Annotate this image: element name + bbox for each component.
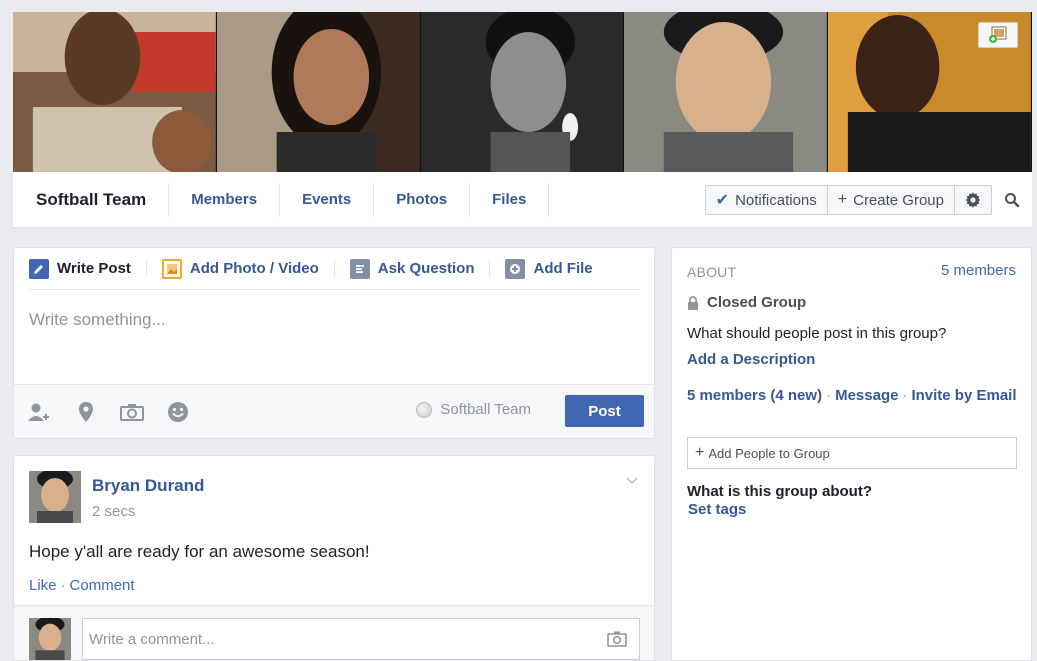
composer-footer: Softball Team Post: [14, 384, 654, 438]
tab-add-file[interactable]: Add File: [490, 258, 607, 279]
nav-members[interactable]: Members: [169, 182, 281, 217]
separator-dot: ·: [902, 387, 908, 404]
about-panel: ABOUT 5 members Closed Group What should…: [671, 247, 1032, 661]
composer-tabs: Write Post Add Photo / Video Ask Questio…: [29, 248, 639, 290]
tab-write-post-label: Write Post: [57, 260, 131, 277]
description-prompt: What should people post in this group?: [687, 325, 947, 342]
tab-ask-question[interactable]: Ask Question: [335, 258, 491, 279]
members-actions: 5 members (4 new) · Message · Invite by Emai…: [687, 386, 1017, 406]
plus-icon: +: [695, 444, 705, 461]
post-composer: Write Post Add Photo / Video Ask Questio…: [13, 247, 655, 439]
comment-avatar: [29, 618, 71, 660]
avatar[interactable]: [29, 471, 81, 523]
group-navbar: Softball Team Members Events Photos File…: [13, 172, 1032, 228]
tab-add-photo-label: Add Photo / Video: [189, 260, 319, 277]
camera-icon[interactable]: [118, 398, 146, 426]
story-author[interactable]: Bryan Durand: [92, 476, 204, 496]
message-link[interactable]: Message: [835, 387, 898, 404]
like-link[interactable]: Like: [29, 577, 57, 594]
add-description-link[interactable]: Add a Description: [687, 351, 815, 368]
chevron-down-icon[interactable]: [624, 472, 640, 488]
lock-icon: [688, 295, 698, 310]
members-link[interactable]: 5 members: [687, 387, 766, 404]
change-cover-icon: [989, 26, 1007, 43]
photo-icon: [161, 258, 182, 279]
audience-selector[interactable]: Softball Team: [416, 401, 531, 418]
tab-add-file-label: Add File: [533, 260, 593, 277]
story-actions: Like · Comment: [29, 577, 135, 594]
softball-icon: [416, 401, 433, 418]
notifications-button[interactable]: ✔ Notifications: [706, 186, 828, 214]
settings-button[interactable]: [955, 186, 991, 214]
privacy-label: Closed Group: [707, 294, 807, 311]
file-icon: [505, 258, 526, 279]
gear-icon: [965, 192, 981, 208]
cover-photo-1: [13, 12, 217, 172]
question-icon: [349, 258, 370, 279]
location-icon[interactable]: [72, 398, 100, 426]
add-people-field[interactable]: +: [687, 437, 1017, 469]
separator-dot: ·: [60, 577, 66, 594]
post-input[interactable]: [14, 290, 654, 386]
privacy-status: Closed Group: [687, 294, 806, 311]
set-tags-link[interactable]: Set tags: [688, 501, 746, 518]
about-title: ABOUT: [687, 264, 737, 280]
tab-ask-question-label: Ask Question: [377, 260, 475, 277]
audience-label: Softball Team: [440, 401, 531, 418]
feed-story: Bryan Durand 2 secs Hope y'all are ready…: [13, 455, 655, 661]
create-group-button[interactable]: + Create Group: [828, 186, 955, 214]
comment-link[interactable]: Comment: [70, 577, 135, 594]
notifications-label: Notifications: [735, 191, 817, 209]
tag-friends-icon[interactable]: [26, 398, 54, 426]
cover-photo-4: [624, 12, 829, 172]
separator-dot: ·: [826, 387, 832, 404]
nav-events[interactable]: Events: [280, 182, 375, 217]
search-icon[interactable]: [1004, 192, 1020, 208]
plus-icon: +: [837, 191, 848, 208]
feeling-icon[interactable]: [164, 398, 192, 426]
group-name[interactable]: Softball Team: [13, 182, 170, 217]
add-people-input[interactable]: [708, 445, 1009, 461]
group-actions: ✔ Notifications + Create Group: [704, 185, 992, 215]
change-cover-button[interactable]: [978, 22, 1018, 48]
comment-area: [14, 605, 654, 660]
new-members-link[interactable]: (4 new): [770, 387, 822, 404]
nav-photos[interactable]: Photos: [374, 182, 471, 217]
camera-icon[interactable]: [607, 630, 627, 648]
about-question: What is this group about?: [687, 483, 872, 500]
comment-input[interactable]: [82, 618, 640, 660]
create-group-label: Create Group: [853, 191, 944, 209]
member-count-link[interactable]: 5 members: [941, 262, 1016, 279]
story-timestamp[interactable]: 2 secs: [92, 503, 135, 520]
invite-by-email-link[interactable]: Invite by Email: [911, 387, 1016, 404]
story-text: Hope y'all are ready for an awesome seas…: [29, 542, 370, 561]
check-icon: ✔: [715, 192, 730, 209]
cover-photo-2: [216, 12, 421, 172]
tab-write-post[interactable]: Write Post: [29, 258, 147, 279]
pencil-icon: [29, 258, 49, 279]
nav-files[interactable]: Files: [470, 182, 550, 217]
cover-photo-3: [420, 12, 625, 172]
tab-add-photo-video[interactable]: Add Photo / Video: [147, 258, 335, 279]
cover-photo: [13, 12, 1032, 172]
post-button[interactable]: Post: [565, 395, 644, 427]
